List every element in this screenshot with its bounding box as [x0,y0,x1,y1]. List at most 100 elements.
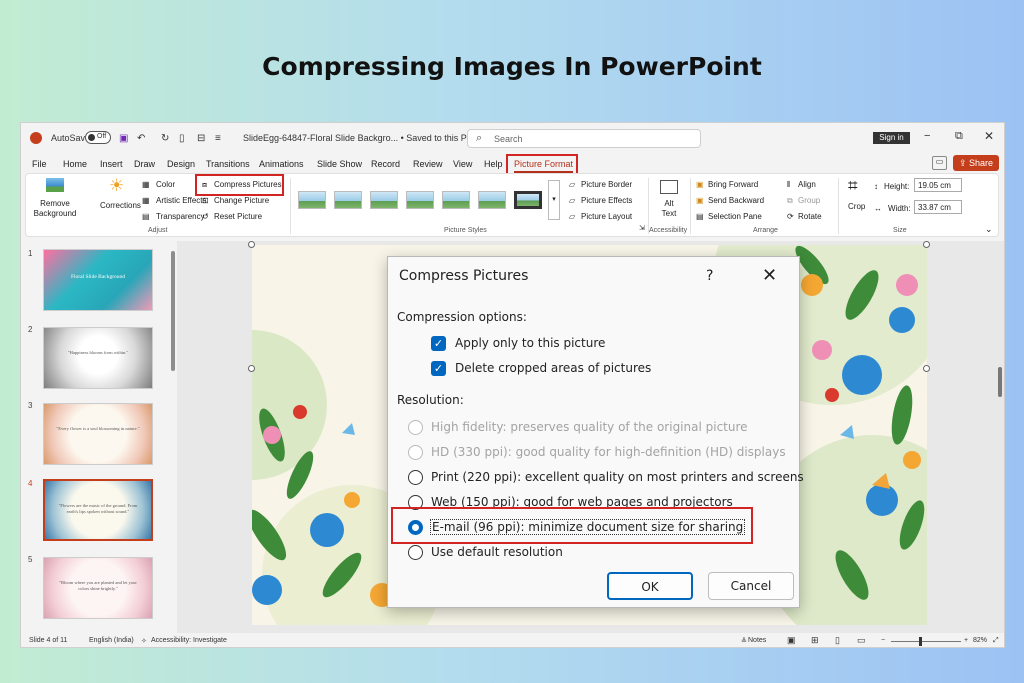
default-resolution-radio[interactable] [408,545,423,560]
resize-handle[interactable] [248,241,255,248]
restore-icon[interactable]: ⧉ [955,130,963,143]
help-icon[interactable]: ? [706,268,713,284]
tab-animations[interactable]: Animations [259,159,304,169]
sign-in-button[interactable]: Sign in [873,132,910,144]
tab-record[interactable]: Record [371,159,400,169]
redo-icon[interactable]: ↻ [161,133,169,144]
picture-style-4[interactable] [406,191,434,209]
slideshow-view-icon[interactable]: ▭ [857,635,866,646]
delete-cropped-checkbox[interactable]: ✓ [431,361,446,376]
picture-style-7[interactable] [514,191,542,209]
autosave-toggle[interactable]: Off [85,131,111,144]
fit-to-window-icon[interactable]: ⤢ [993,637,999,645]
default-resolution-label[interactable]: Use default resolution [431,545,563,559]
document-title[interactable]: SlideEgg-64847-Floral Slide Backgro... •… [243,133,473,143]
minimize-icon[interactable]: − [924,130,930,142]
powerpoint-window: AutoSave Off ▣ ↶ ↻ ▯ ⊟ ≡ SlideEgg-64847-… [20,122,1005,648]
collapse-ribbon-icon[interactable]: ⌄ [985,224,993,235]
slide-thumbnail[interactable]: Floral Slide Background [43,249,153,311]
corrections-icon: ☀ [109,176,125,195]
tab-file[interactable]: File [32,159,47,169]
picture-style-6[interactable] [478,191,506,209]
reading-view-icon[interactable]: ▯ [835,635,840,646]
checkmark-icon: ✓ [433,362,444,375]
resize-handle[interactable] [923,365,930,372]
picture-style-2[interactable] [334,191,362,209]
notes-button[interactable]: Notes [748,637,766,644]
height-input[interactable]: 19.05 cm [914,178,962,192]
delete-cropped-label[interactable]: Delete cropped areas of pictures [455,361,651,375]
slide-thumbnail-text: "Every flower is a soul blossoming in na… [56,426,140,431]
close-icon[interactable]: ✕ [762,265,777,286]
undo-icon[interactable]: ↶ [137,133,145,144]
picture-effects-button[interactable]: Picture Effects [581,196,632,205]
tab-help[interactable]: Help [484,159,503,169]
picture-style-1[interactable] [298,191,326,209]
zoom-level[interactable]: 82% [973,637,987,644]
dialog-launcher-icon[interactable]: ⇲ [639,224,645,232]
tab-design[interactable]: Design [167,159,195,169]
cancel-button[interactable]: Cancel [708,572,794,600]
tab-home[interactable]: Home [63,159,87,169]
picture-style-5[interactable] [442,191,470,209]
selection-pane-button[interactable]: Selection Pane [708,212,762,221]
close-window-icon[interactable]: ✕ [984,129,994,143]
quick-access-icon[interactable]: ⊟ [197,133,205,144]
apply-only-label[interactable]: Apply only to this picture [455,336,605,350]
ok-button[interactable]: OK [607,572,693,600]
page-headline: Compressing Images In PowerPoint [262,52,762,81]
apply-only-checkbox[interactable]: ✓ [431,336,446,351]
tab-draw[interactable]: Draw [134,159,155,169]
crop-button[interactable]: Crop [848,202,865,211]
width-input[interactable]: 33.87 cm [914,200,962,214]
zoom-in-icon[interactable]: + [964,637,968,644]
tab-transitions[interactable]: Transitions [206,159,250,169]
save-icon[interactable]: ▣ [119,133,128,144]
artistic-effects-button[interactable]: Artistic Effects [156,196,207,205]
accessibility-status[interactable]: Accessibility: Investigate [151,637,227,644]
tab-review[interactable]: Review [413,159,443,169]
send-backward-button[interactable]: Send Backward [708,196,764,205]
slide-thumbnail-selected[interactable]: "Flowers are the music of the ground. Fr… [43,479,153,541]
group-button[interactable]: Group [798,196,820,205]
zoom-slider-thumb[interactable] [919,637,922,646]
color-button[interactable]: Color [156,180,175,189]
corrections-button[interactable]: Corrections [100,201,141,210]
align-button[interactable]: Align [798,180,816,189]
normal-view-icon[interactable]: ▣ [787,635,796,646]
remove-background-button[interactable]: Remove Background [32,199,78,219]
comments-icon[interactable]: ▭ [932,156,947,170]
print-radio[interactable] [408,470,423,485]
change-picture-button[interactable]: Change Picture [214,196,269,205]
language-status[interactable]: English (India) [89,637,134,644]
transparency-button[interactable]: Transparency [156,212,205,221]
slide-thumbnail[interactable]: "Bloom where you are planted and let you… [43,557,153,619]
picture-border-button[interactable]: Picture Border [581,180,632,189]
picture-layout-button[interactable]: Picture Layout [581,212,632,221]
picture-style-3[interactable] [370,191,398,209]
rotate-button[interactable]: Rotate [798,212,822,221]
tab-insert[interactable]: Insert [100,159,123,169]
slide-thumbnail[interactable]: "Happiness blooms from within." [43,327,153,389]
tab-slide-show[interactable]: Slide Show [317,159,362,169]
resize-handle[interactable] [923,241,930,248]
bring-forward-button[interactable]: Bring Forward [708,180,758,189]
editor-scrollbar[interactable] [998,367,1002,397]
print-label[interactable]: Print (220 ppi): excellent quality on mo… [431,470,804,484]
zoom-slider[interactable] [891,641,961,642]
tab-view[interactable]: View [453,159,472,169]
alt-text-button[interactable]: Alt Text [654,199,684,219]
share-button[interactable]: ⇪ Share [953,155,999,171]
resize-handle[interactable] [248,365,255,372]
slide-thumbnail-text: "Happiness blooms from within." [67,350,129,355]
slide-thumbnail[interactable]: "Every flower is a soul blossoming in na… [43,403,153,465]
thumbnails-scrollbar[interactable] [171,251,175,371]
slide-thumbnail-text: "Flowers are the music of the ground. Fr… [58,503,138,514]
slide-sorter-icon[interactable]: ⊞ [811,635,819,646]
customize-toolbar-icon[interactable]: ≡ [215,133,221,144]
search-box[interactable]: ⌕ Search [467,129,701,148]
reset-picture-button[interactable]: Reset Picture [214,212,262,221]
zoom-out-icon[interactable]: − [881,637,885,644]
start-slideshow-icon[interactable]: ▯ [179,133,185,144]
styles-more-icon[interactable]: ▾ [548,180,560,220]
